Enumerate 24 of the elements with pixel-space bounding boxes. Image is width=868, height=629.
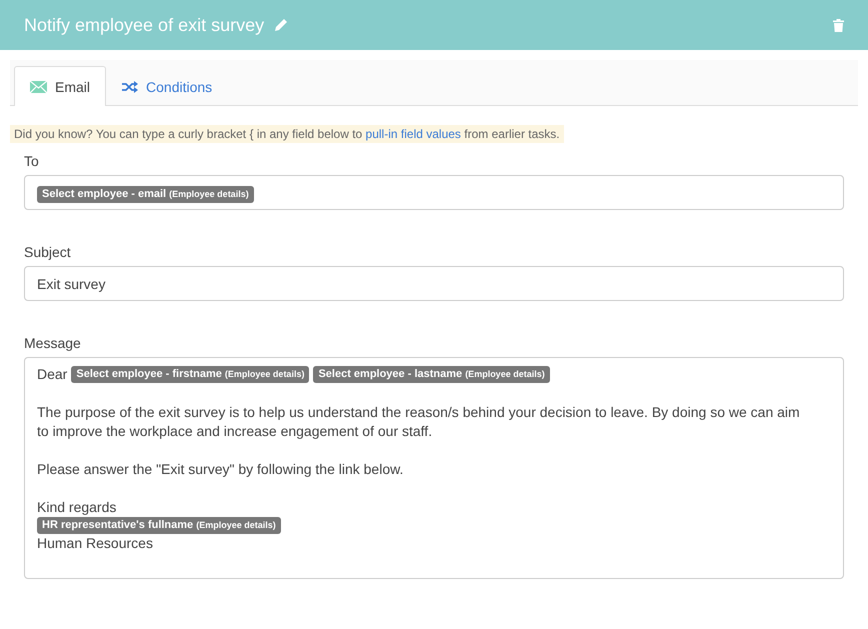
- task-title: Notify employee of exit survey: [24, 14, 264, 36]
- message-text: Kind regards: [37, 498, 116, 517]
- field-label: Message: [24, 335, 82, 351]
- shuffle-icon: [122, 80, 138, 92]
- message-field[interactable]: [24, 357, 844, 579]
- message-text: Human Resources: [37, 534, 153, 553]
- subject-field[interactable]: Exit survey: [24, 266, 844, 301]
- message-text: Please answer the "Exit survey" by following the link below.: [37, 460, 404, 479]
- message-text: Dear: [37, 365, 68, 384]
- field-tag: Select employee - email (Employee details): [37, 186, 254, 203]
- field-tag: HR representative's fullname (Employee details): [37, 517, 281, 534]
- field-tag: Select employee - lastname (Employee details): [313, 366, 550, 383]
- envelope-icon: [30, 80, 47, 92]
- recipient-field[interactable]: Select employee - email (Employee details): [24, 175, 844, 210]
- trash-icon: [833, 18, 844, 32]
- tip-text: Did you know? You can type a curly bracket { in any field below to pull-in field values from earlier tasks.: [10, 125, 564, 143]
- tab[interactable]: Email: [14, 66, 106, 106]
- pencil-icon: [274, 18, 288, 32]
- message-text: The purpose of the exit survey is to help us understand the reason/s behind your decision to leave. By doing so we can aim to improve the workplace and increase engagement of our staff.: [37, 403, 801, 441]
- field-values-link[interactable]: pull-in field values: [366, 127, 461, 141]
- field-label: Subject: [24, 244, 72, 260]
- tab[interactable]: Conditions: [106, 66, 228, 106]
- field-tag: Select employee - firstname (Employee details): [71, 366, 310, 383]
- field-label: To: [24, 153, 40, 169]
